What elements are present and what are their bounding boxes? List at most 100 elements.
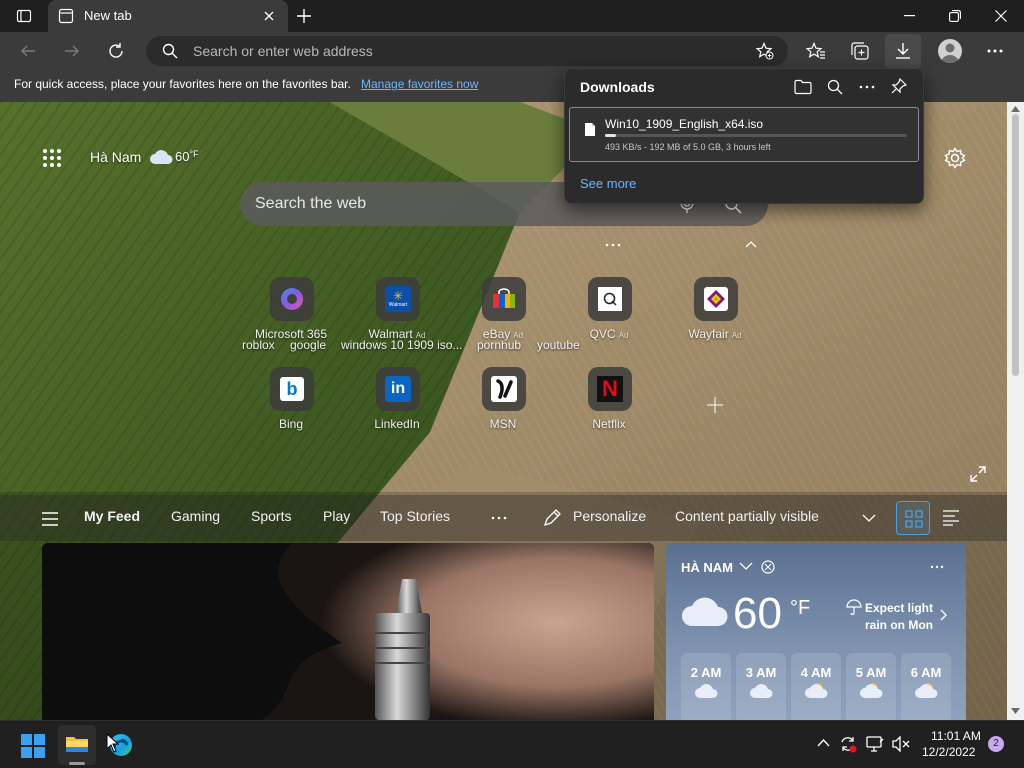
scrollbar-thumb[interactable] xyxy=(1012,114,1019,376)
feed-tab-play[interactable]: Play xyxy=(323,508,350,524)
quick-link-msn[interactable] xyxy=(482,367,526,411)
ad-badge: Ad xyxy=(618,331,629,340)
add-favorite-icon[interactable] xyxy=(756,42,774,60)
hamburger-menu-icon[interactable] xyxy=(41,512,59,526)
manage-favorites-link[interactable]: Manage favorites now xyxy=(361,77,478,91)
microsoft-365-icon xyxy=(281,288,303,310)
download-file-name: Win10_1909_English_x64.iso xyxy=(605,117,764,131)
downloads-button[interactable] xyxy=(885,34,921,68)
close-tab-icon[interactable] xyxy=(264,11,274,21)
pin-icon[interactable] xyxy=(891,78,907,95)
favorites-icon[interactable] xyxy=(806,42,826,60)
chevron-down-icon[interactable] xyxy=(862,514,876,522)
file-explorer-taskbar-button[interactable] xyxy=(58,725,96,765)
hero-image xyxy=(42,543,654,720)
apps-grid-icon[interactable] xyxy=(42,148,62,168)
new-tab-plus-icon[interactable] xyxy=(296,8,312,24)
open-folder-icon[interactable] xyxy=(794,79,812,95)
weather-more-icon[interactable] xyxy=(930,565,944,569)
quick-link-name: QVC xyxy=(589,327,616,341)
address-bar[interactable]: Search or enter web address xyxy=(146,36,788,66)
file-icon xyxy=(585,123,595,136)
weather-location[interactable]: HÀ NAM xyxy=(681,560,733,575)
downloads-more-icon[interactable] xyxy=(859,85,875,89)
show-hidden-icons-chevron-icon[interactable] xyxy=(817,739,830,747)
clock-time[interactable]: 11:01 AM xyxy=(931,729,981,743)
hourly-forecast-item[interactable]: 3 AM xyxy=(736,653,786,723)
quick-link-ebay[interactable] xyxy=(482,277,526,321)
feed-tab-sports[interactable]: Sports xyxy=(251,508,291,524)
sync-status-icon[interactable] xyxy=(839,735,857,753)
page-settings-gear-icon[interactable] xyxy=(944,147,966,169)
hourly-forecast-item[interactable]: 4 AM xyxy=(791,653,841,723)
list-layout-button[interactable] xyxy=(934,501,968,535)
search-downloads-icon[interactable] xyxy=(827,79,843,95)
chevron-right-icon[interactable] xyxy=(940,609,948,621)
trending-more-icon[interactable] xyxy=(605,243,621,247)
hourly-forecast-item[interactable]: 2 AM xyxy=(681,653,731,723)
edge-taskbar-button[interactable] xyxy=(102,725,140,765)
ad-badge: Ad xyxy=(513,331,524,340)
header-temperature[interactable]: 60°F xyxy=(175,149,199,164)
quick-link-netflix[interactable]: N xyxy=(588,367,632,411)
hour-label: 5 AM xyxy=(855,665,887,680)
see-more-downloads-link[interactable]: See more xyxy=(580,176,636,191)
page-scrollbar[interactable] xyxy=(1007,102,1024,720)
volume-muted-icon[interactable] xyxy=(892,736,910,752)
settings-more-icon[interactable] xyxy=(987,49,1003,53)
download-item[interactable]: Win10_1909_English_x64.iso 493 KB/s - 19… xyxy=(569,107,919,162)
locate-globe-icon[interactable] xyxy=(761,560,775,574)
location-chevron-down-icon[interactable] xyxy=(739,562,753,570)
header-temp-value: 60 xyxy=(175,149,190,164)
feed-tab-my-feed[interactable]: My Feed xyxy=(84,508,140,524)
quick-link-qvc[interactable] xyxy=(588,277,632,321)
partly-cloudy-icon xyxy=(860,683,883,698)
running-indicator xyxy=(69,762,85,765)
scroll-up-arrow-icon[interactable] xyxy=(1011,106,1020,112)
close-window-icon[interactable] xyxy=(995,10,1007,22)
scroll-down-arrow-icon[interactable] xyxy=(1011,708,1020,714)
personalize-button[interactable]: Personalize xyxy=(573,508,646,524)
cloud-icon xyxy=(150,150,173,164)
quick-link-linkedin[interactable]: in xyxy=(376,367,420,411)
feed-hero-card[interactable] xyxy=(42,543,654,720)
network-display-icon[interactable] xyxy=(866,735,884,753)
expand-background-icon[interactable] xyxy=(970,466,986,482)
forward-icon[interactable] xyxy=(64,43,80,59)
notification-badge[interactable]: 2 xyxy=(988,736,1004,752)
weather-temp: 60 xyxy=(733,589,782,638)
quick-link-label: MSN xyxy=(453,417,553,431)
collapse-chevron-up-icon[interactable] xyxy=(745,240,757,248)
feed-tab-gaming[interactable]: Gaming xyxy=(171,508,220,524)
content-visibility-dropdown[interactable]: Content partially visible xyxy=(675,508,819,524)
tab-new-tab[interactable]: New tab xyxy=(48,0,288,32)
refresh-icon[interactable] xyxy=(107,42,125,60)
profile-avatar[interactable] xyxy=(938,39,962,63)
restore-icon[interactable] xyxy=(949,10,961,22)
collections-icon[interactable] xyxy=(850,41,870,61)
feed-tab-top-stories[interactable]: Top Stories xyxy=(380,508,450,524)
weather-forecast-summary: Expect light rain on Mon xyxy=(864,601,933,632)
quick-link-bing[interactable]: b xyxy=(270,367,314,411)
new-tab-page-icon xyxy=(58,8,74,24)
download-progress-fill xyxy=(605,134,617,137)
feed-more-icon[interactable] xyxy=(491,516,507,520)
add-site-plus-icon[interactable] xyxy=(706,396,724,414)
grid-layout-button[interactable] xyxy=(896,501,930,535)
minimize-icon[interactable] xyxy=(904,15,915,17)
header-location[interactable]: Hà Nam xyxy=(90,149,141,165)
address-placeholder: Search or enter web address xyxy=(193,43,373,59)
clock-date[interactable]: 12/2/2022 xyxy=(922,745,975,759)
windows-start-icon[interactable] xyxy=(21,734,45,758)
mouse-cursor-icon xyxy=(106,733,120,753)
ad-badge: Ad xyxy=(731,331,742,340)
hourly-forecast-item[interactable]: 5 AM xyxy=(846,653,896,723)
quick-link-walmart[interactable]: ✳ Walmart xyxy=(376,277,420,321)
wayfair-icon xyxy=(704,287,728,311)
quick-link-wayfair[interactable] xyxy=(694,277,738,321)
tab-actions-icon[interactable] xyxy=(8,0,40,32)
quick-link-microsoft-365[interactable] xyxy=(270,277,314,321)
quick-link-name: eBay xyxy=(482,327,511,341)
hourly-forecast-item[interactable]: 6 AM xyxy=(901,653,951,723)
back-icon[interactable] xyxy=(20,43,36,59)
